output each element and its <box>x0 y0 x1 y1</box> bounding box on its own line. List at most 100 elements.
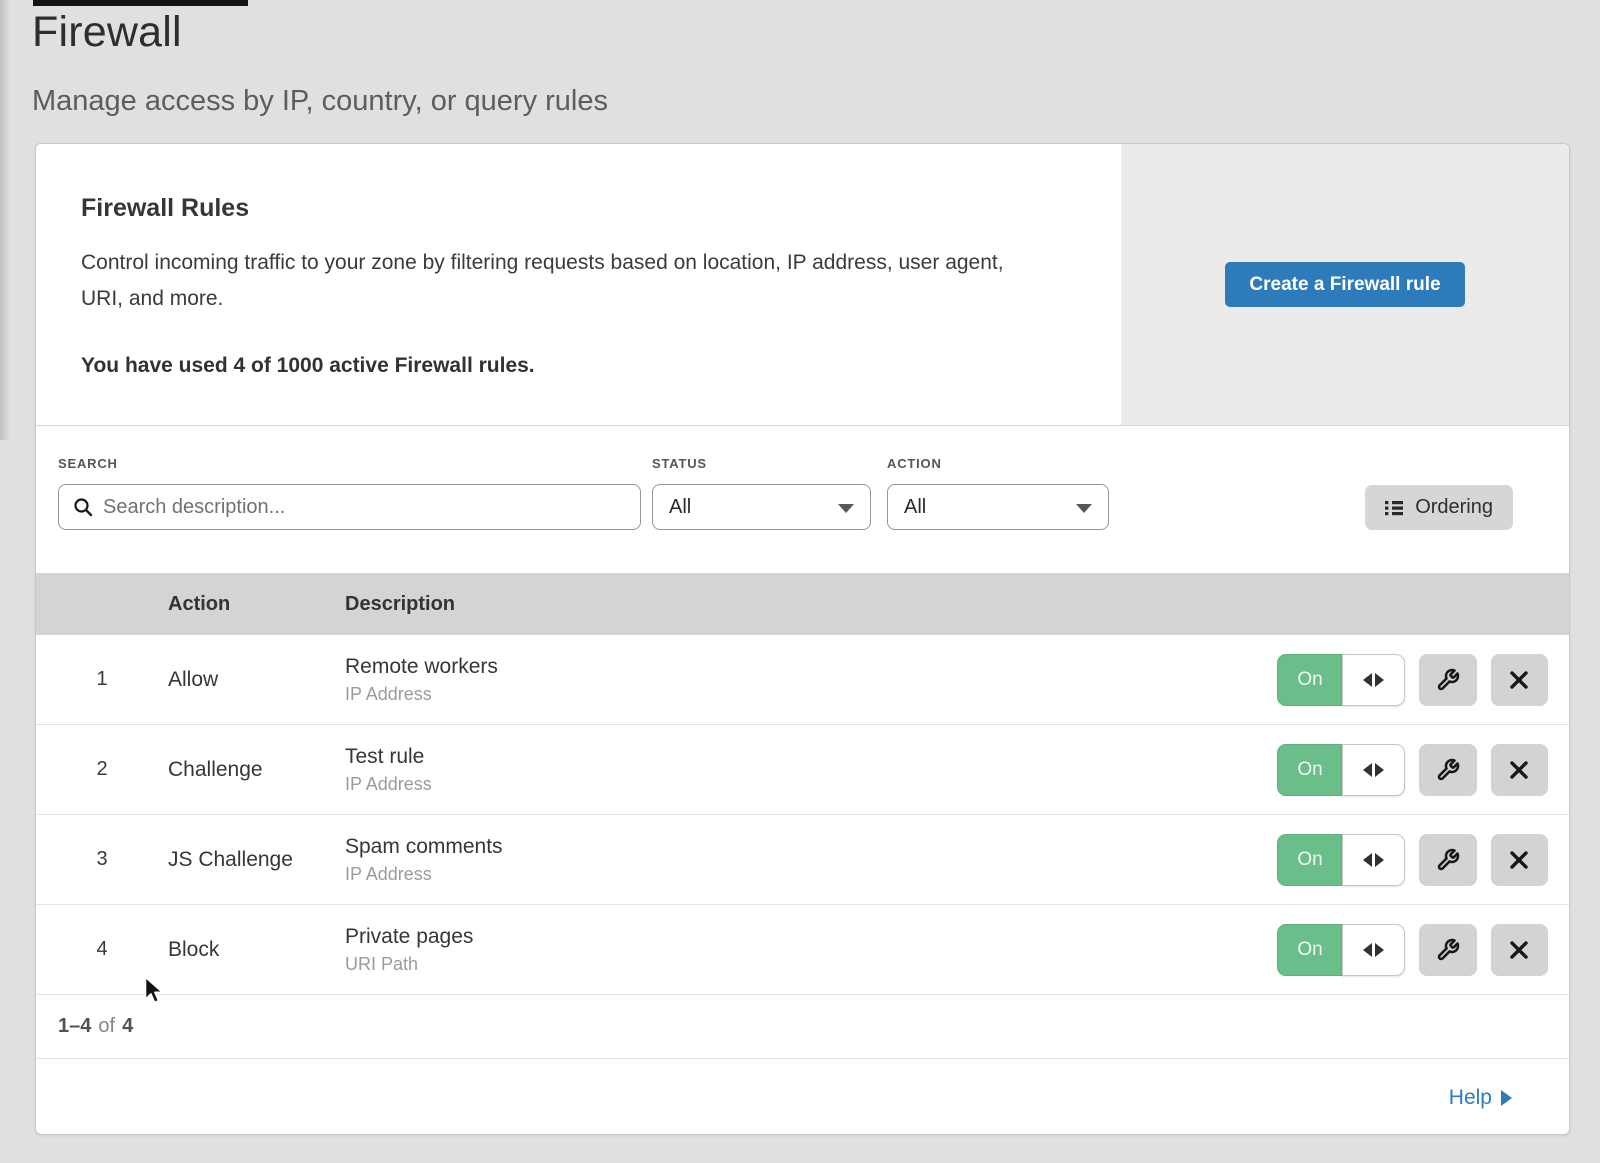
screen-edge-artifact <box>33 0 248 6</box>
rule-action: JS Challenge <box>168 848 345 872</box>
delete-rule-button[interactable] <box>1491 654 1549 706</box>
wrench-icon <box>1436 758 1460 782</box>
rule-description: Spam comments <box>345 835 1277 859</box>
filters-section: SEARCH STATUS ACTION All All <box>36 426 1569 573</box>
wrench-icon <box>1436 668 1460 692</box>
rule-priority: 2 <box>36 758 168 781</box>
left-arrow-icon <box>1363 943 1372 957</box>
right-arrow-icon <box>1375 763 1384 777</box>
firewall-rules-card: Firewall Rules Control incoming traffic … <box>35 143 1570 1135</box>
toggle-on-segment[interactable]: On <box>1277 744 1342 796</box>
ordering-button[interactable]: Ordering <box>1365 485 1513 530</box>
close-icon <box>1508 669 1530 691</box>
window-edge-shadow <box>0 0 10 440</box>
table-header-row: Action Description <box>36 573 1569 635</box>
rule-description-cell: Private pages URI Path <box>345 925 1277 975</box>
help-link-label: Help <box>1449 1086 1492 1110</box>
create-firewall-rule-button[interactable]: Create a Firewall rule <box>1225 262 1465 307</box>
action-column-header: Action <box>168 593 345 616</box>
toggle-knob[interactable] <box>1342 744 1405 796</box>
usage-summary: You have used 4 of 1000 active Firewall … <box>81 354 1061 378</box>
rule-match-type: URI Path <box>345 954 1277 975</box>
rule-priority: 1 <box>36 668 168 691</box>
toggle-knob[interactable] <box>1342 654 1405 706</box>
rule-description-cell: Test rule IP Address <box>345 745 1277 795</box>
toggle-knob[interactable] <box>1342 924 1405 976</box>
delete-rule-button[interactable] <box>1491 924 1549 976</box>
right-arrow-icon <box>1375 943 1384 957</box>
pagination: 1–4 of 4 <box>36 995 1569 1059</box>
section-title: Firewall Rules <box>81 194 1061 223</box>
delete-rule-button[interactable] <box>1491 834 1549 886</box>
description-column-header: Description <box>345 593 1277 616</box>
action-selected-value: All <box>904 496 926 519</box>
toggle-on-segment[interactable]: On <box>1277 924 1342 976</box>
firewall-page: Firewall Manage access by IP, country, o… <box>0 0 1600 1163</box>
pagination-of-label: of <box>98 1015 115 1038</box>
table-row: 3 JS Challenge Spam comments IP Address … <box>36 815 1569 905</box>
status-select[interactable]: All <box>652 484 871 530</box>
left-arrow-icon <box>1363 763 1372 777</box>
edit-rule-button[interactable] <box>1419 924 1477 976</box>
rule-description-cell: Spam comments IP Address <box>345 835 1277 885</box>
wrench-icon <box>1436 848 1460 872</box>
toggle-on-segment[interactable]: On <box>1277 654 1342 706</box>
rule-enabled-toggle: On <box>1277 834 1405 886</box>
right-arrow-icon <box>1375 673 1384 687</box>
edit-rule-button[interactable] <box>1419 834 1477 886</box>
status-selected-value: All <box>669 496 691 519</box>
search-field-wrap <box>58 484 641 530</box>
rule-action: Block <box>168 938 345 962</box>
list-icon <box>1385 499 1404 517</box>
rule-enabled-toggle: On <box>1277 744 1405 796</box>
pagination-range: 1–4 <box>58 1015 91 1038</box>
left-arrow-icon <box>1363 673 1372 687</box>
ordering-button-label: Ordering <box>1415 496 1493 519</box>
rule-controls: On <box>1277 744 1569 796</box>
chevron-right-icon <box>1501 1090 1512 1106</box>
create-rule-panel: Create a Firewall rule <box>1121 144 1569 425</box>
rule-match-type: IP Address <box>345 864 1277 885</box>
close-icon <box>1508 849 1530 871</box>
rule-controls: On <box>1277 924 1569 976</box>
page-header: Firewall Manage access by IP, country, o… <box>32 8 608 118</box>
rule-controls: On <box>1277 654 1569 706</box>
rule-enabled-toggle: On <box>1277 924 1405 976</box>
delete-rule-button[interactable] <box>1491 744 1549 796</box>
rule-priority: 4 <box>36 938 168 961</box>
edit-rule-button[interactable] <box>1419 654 1477 706</box>
status-label: STATUS <box>652 456 707 471</box>
left-arrow-icon <box>1363 853 1372 867</box>
help-link[interactable]: Help <box>1449 1086 1512 1110</box>
table-row: 2 Challenge Test rule IP Address On <box>36 725 1569 815</box>
search-input[interactable] <box>58 484 641 530</box>
rule-description: Remote workers <box>345 655 1277 679</box>
wrench-icon <box>1436 938 1460 962</box>
action-label: ACTION <box>887 456 942 471</box>
rule-description: Private pages <box>345 925 1277 949</box>
rule-priority: 3 <box>36 848 168 871</box>
overview-section: Firewall Rules Control incoming traffic … <box>36 144 1569 426</box>
toggle-on-segment[interactable]: On <box>1277 834 1342 886</box>
toggle-knob[interactable] <box>1342 834 1405 886</box>
chevron-down-icon <box>838 504 854 513</box>
page-title: Firewall <box>32 8 608 57</box>
edit-rule-button[interactable] <box>1419 744 1477 796</box>
page-subtitle: Manage access by IP, country, or query r… <box>32 85 608 118</box>
rule-description-cell: Remote workers IP Address <box>345 655 1277 705</box>
rule-description: Test rule <box>345 745 1277 769</box>
right-arrow-icon <box>1375 853 1384 867</box>
rule-controls: On <box>1277 834 1569 886</box>
chevron-down-icon <box>1076 504 1092 513</box>
rule-enabled-toggle: On <box>1277 654 1405 706</box>
action-select[interactable]: All <box>887 484 1109 530</box>
close-icon <box>1508 939 1530 961</box>
table-row: 1 Allow Remote workers IP Address On <box>36 635 1569 725</box>
pagination-total: 4 <box>122 1015 133 1038</box>
search-icon <box>73 497 93 517</box>
table-row: 4 Block Private pages URI Path On <box>36 905 1569 995</box>
rule-action: Challenge <box>168 758 345 782</box>
search-label: SEARCH <box>58 456 118 471</box>
rule-action: Allow <box>168 668 345 692</box>
overview-text-panel: Firewall Rules Control incoming traffic … <box>36 144 1121 425</box>
